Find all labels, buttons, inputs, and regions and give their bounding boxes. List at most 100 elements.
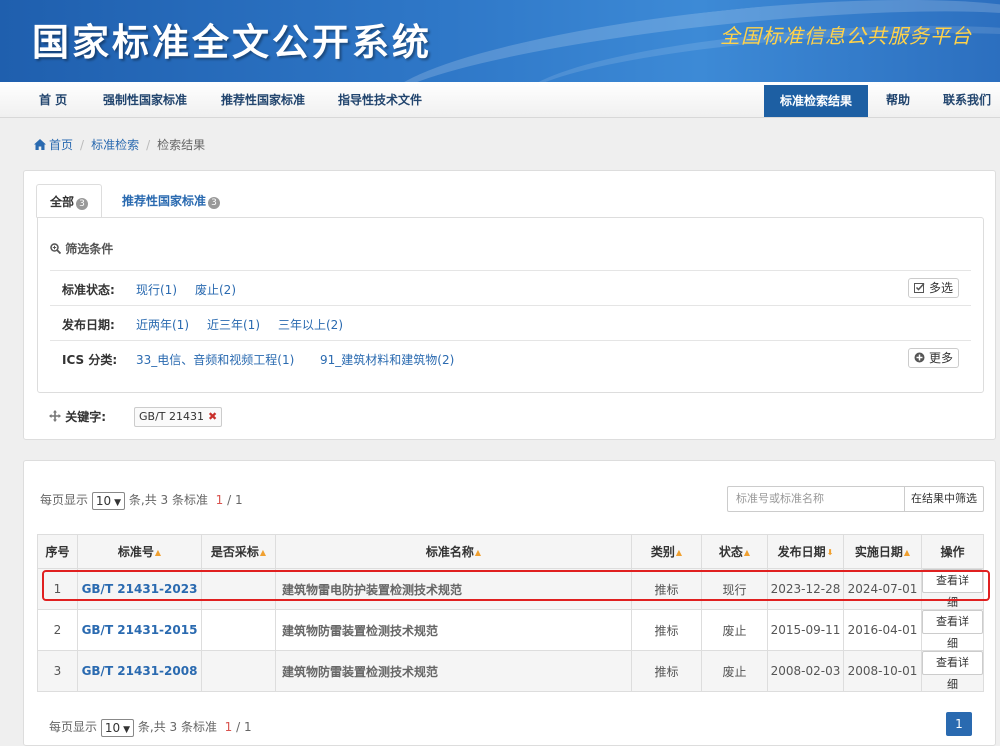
pager-mid: 条,共	[137, 720, 166, 734]
col-index: 序号	[37, 534, 78, 569]
page-button-1[interactable]: 1	[946, 712, 972, 736]
pager-total: 3	[169, 720, 178, 734]
pager-pages: 1	[244, 720, 252, 734]
pager-total: 3	[160, 493, 169, 507]
filter-option-obsolete[interactable]: 废止(2)	[195, 281, 236, 298]
breadcrumb-search[interactable]: 标准检索	[91, 138, 139, 152]
main-nav: 首 页 强制性国家标准 推荐性国家标准 指导性技术文件 标准检索结果 帮助 联系…	[0, 82, 1000, 118]
cell-impl-date: 2016-04-01	[843, 609, 922, 651]
col-code[interactable]: 标准号▲	[77, 534, 202, 569]
cell-index: 3	[37, 650, 78, 692]
tab-all[interactable]: 全部 3	[36, 184, 102, 218]
site-title: 国家标准全文公开系统	[32, 21, 432, 64]
sort-icon: ▲	[474, 548, 482, 557]
highlight-annotation	[42, 570, 990, 601]
col-type[interactable]: 类别▲	[631, 534, 702, 569]
zoom-filter-icon	[50, 243, 62, 255]
breadcrumb-home[interactable]: 首页	[49, 138, 73, 152]
cell-adopted	[201, 650, 276, 692]
cell-code: GB/T 21431-2015	[77, 609, 202, 651]
keyword-label-text: 关键字:	[65, 410, 106, 424]
filter-option-over-three-years[interactable]: 三年以上(2)	[278, 316, 343, 333]
nav-recommended-standards[interactable]: 推荐性国家标准	[221, 82, 305, 118]
keyword-label: 关键字:	[49, 408, 106, 425]
cell-action: 查看详细	[921, 650, 984, 692]
standard-code-link[interactable]: GB/T 21431-2015	[82, 623, 198, 637]
filter-label-date: 发布日期:	[62, 318, 115, 332]
view-detail-button[interactable]: 查看详细	[922, 610, 983, 650]
cell-action: 查看详细	[921, 609, 984, 651]
nav-search-results[interactable]: 标准检索结果	[764, 85, 869, 117]
pager-summary-bottom: 每页显示 10 ▼ 条,共 3 条标准 1 / 1	[49, 718, 252, 737]
cell-adopted	[201, 609, 276, 651]
col-index-label: 序号	[45, 545, 70, 559]
site-banner: 国家标准全文公开系统 全国标准信息公共服务平台	[0, 0, 1000, 82]
filter-row-ics: ICS 分类: 33_电信、音频和视频工程(1) 91_建筑材料和建筑物(2) …	[50, 340, 971, 375]
nav-mandatory-standards[interactable]: 强制性国家标准	[103, 82, 187, 118]
site-subtitle: 全国标准信息公共服务平台	[720, 24, 972, 48]
standard-code-link[interactable]: GB/T 21431-2008	[82, 664, 198, 678]
multi-select-label: 多选	[928, 281, 953, 295]
cell-name: 建筑物防雷装置检测技术规范	[275, 609, 632, 651]
pager-prefix: 每页显示	[49, 720, 98, 734]
result-filter-input[interactable]: 标准号或标准名称	[727, 486, 905, 512]
nav-guidance-documents[interactable]: 指导性技术文件	[338, 82, 422, 118]
nav-help[interactable]: 帮助	[886, 82, 910, 118]
col-status-label: 状态	[718, 545, 743, 559]
pager-suffix: 条标准	[172, 493, 209, 507]
cell-status: 废止	[701, 609, 768, 651]
result-filter-button[interactable]: 在结果中筛选	[904, 486, 984, 512]
cell-pub-date: 2015-09-11	[767, 609, 844, 651]
pager-current: 1	[215, 493, 224, 507]
cell-type: 推标	[631, 609, 702, 651]
col-adopted-label: 是否采标	[210, 545, 259, 559]
sort-desc-icon: ⬇	[826, 548, 834, 557]
sort-icon: ▲	[903, 548, 911, 557]
filter-option-current[interactable]: 现行(1)	[136, 281, 177, 298]
pager-current: 1	[224, 720, 233, 734]
nav-home[interactable]: 首 页	[39, 82, 67, 118]
breadcrumb: 首页 / 标准检索 / 检索结果	[34, 136, 205, 153]
results-table: 序号 标准号▲ 是否采标▲ 标准名称▲ 类别▲ 状态▲ 发布日期⬇ 实施日期▲ …	[37, 534, 984, 692]
more-button[interactable]: 更多	[908, 348, 959, 368]
table-row: 2 GB/T 21431-2015 建筑物防雷装置检测技术规范 推标 废止 20…	[37, 609, 984, 651]
filter-box: 筛选条件 标准状态: 现行(1) 废止(2) 多选 发布日期: 近两年(1) 近…	[37, 217, 984, 393]
view-detail-button[interactable]: 查看详细	[922, 651, 983, 691]
col-name[interactable]: 标准名称▲	[275, 534, 632, 569]
chevron-down-icon: ▼	[114, 497, 122, 508]
tab-recommended[interactable]: 推荐性国家标准 3	[122, 184, 221, 218]
breadcrumb-separator: /	[80, 138, 85, 152]
results-panel: 每页显示 10 ▼ 条,共 3 条标准 1 / 1 标准号或标准名称 在结果中筛选…	[23, 460, 996, 746]
remove-keyword-icon[interactable]: ✖	[208, 410, 217, 423]
filter-option-three-years[interactable]: 近三年(1)	[207, 316, 260, 333]
pager-mid: 条,共	[128, 493, 157, 507]
filter-option-two-years[interactable]: 近两年(1)	[136, 316, 189, 333]
filter-option-ics-91[interactable]: 91_建筑材料和建筑物(2)	[320, 351, 454, 368]
multi-select-button[interactable]: 多选	[908, 278, 959, 298]
cell-code: GB/T 21431-2008	[77, 650, 202, 692]
sort-icon: ▲	[259, 548, 267, 557]
col-status[interactable]: 状态▲	[701, 534, 768, 569]
table-header-row: 序号 标准号▲ 是否采标▲ 标准名称▲ 类别▲ 状态▲ 发布日期⬇ 实施日期▲ …	[37, 534, 984, 569]
col-pub-date[interactable]: 发布日期⬇	[767, 534, 844, 569]
breadcrumb-current: 检索结果	[157, 138, 206, 152]
sort-icon: ▲	[154, 548, 162, 557]
col-impl-date[interactable]: 实施日期▲	[843, 534, 922, 569]
home-icon	[34, 139, 46, 150]
page-size-select-bottom[interactable]: 10 ▼	[100, 718, 135, 737]
cell-impl-date: 2008-10-01	[843, 650, 922, 692]
nav-contact[interactable]: 联系我们	[943, 82, 991, 118]
breadcrumb-separator: /	[146, 138, 151, 152]
tab-all-label: 全部	[50, 195, 75, 209]
filter-label-status: 标准状态:	[62, 283, 115, 297]
cell-index: 2	[37, 609, 78, 651]
page-size-value: 10	[95, 493, 112, 508]
filter-option-ics-33[interactable]: 33_电信、音频和视频工程(1)	[136, 351, 294, 368]
page-size-select[interactable]: 10 ▼	[91, 491, 126, 510]
filter-label-ics: ICS 分类:	[62, 353, 118, 367]
pager-prefix: 每页显示	[40, 493, 89, 507]
col-adopted[interactable]: 是否采标▲	[201, 534, 276, 569]
keyword-value: GB/T 21431	[139, 410, 204, 423]
filter-row-status: 标准状态: 现行(1) 废止(2) 多选	[50, 270, 971, 305]
filter-title: 筛选条件	[50, 240, 113, 257]
